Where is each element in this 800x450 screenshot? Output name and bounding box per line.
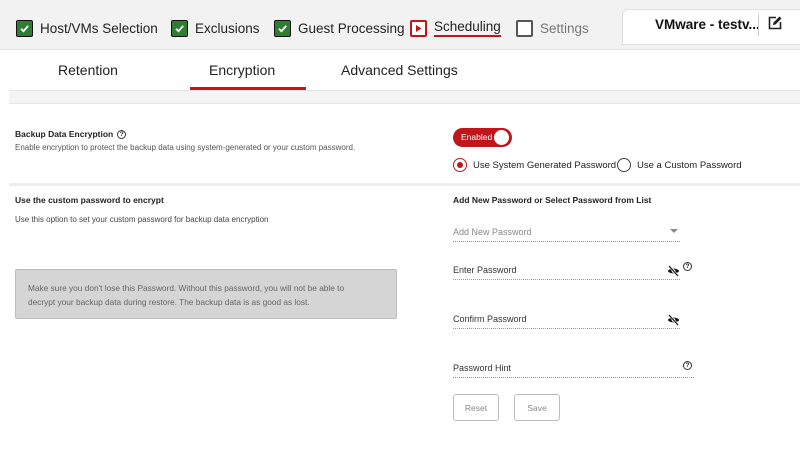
wizard-step-scheduling[interactable]: Scheduling <box>410 17 501 39</box>
wizard-step-label: Host/VMs Selection <box>40 20 158 36</box>
radio-system-generated-password[interactable]: Use System Generated Password <box>453 158 616 172</box>
encryption-toggle[interactable]: Enabled <box>453 128 512 147</box>
edit-icon[interactable] <box>767 15 783 31</box>
warning-text-line: Make sure you don't lose this Password. … <box>28 283 345 293</box>
confirm-password-label: Confirm Password <box>453 314 527 324</box>
radio-label: Use System Generated Password <box>473 159 617 171</box>
title-separator <box>758 14 759 36</box>
play-icon <box>410 19 427 37</box>
checkbox-checked-icon <box>16 19 33 37</box>
custom-password-description: Use this option to set your custom passw… <box>15 215 269 224</box>
job-title: VMware - testv... <box>655 17 760 32</box>
backup-encryption-title: Backup Data Encryption <box>15 129 114 139</box>
job-title-panel: VMware - testv... <box>622 9 800 45</box>
wizard-step-host-vms-selection[interactable]: Host/VMs Selection <box>16 17 158 39</box>
toggle-knob <box>494 130 509 145</box>
checkbox-empty-icon <box>516 19 533 37</box>
help-icon[interactable]: ? <box>117 129 127 139</box>
custom-password-heading: Use the custom password to encrypt <box>15 195 164 205</box>
radio-label: Use a Custom Password <box>637 159 742 171</box>
wizard-step-label: Settings <box>540 20 589 36</box>
settings-tabs: Retention Encryption Advanced Settings <box>9 52 800 90</box>
save-button[interactable]: Save <box>514 394 560 421</box>
wizard-step-label: Guest Processing <box>298 20 405 36</box>
password-hint-field[interactable]: Password Hint <box>453 360 694 378</box>
wizard-step-label: Exclusions <box>195 20 260 36</box>
enter-password-field[interactable]: Enter Password <box>453 262 680 280</box>
tab-retention[interactable]: Retention <box>58 62 118 78</box>
password-hint-label: Password Hint <box>453 363 512 373</box>
wizard-step-guest-processing[interactable]: Guest Processing <box>274 17 405 39</box>
dropdown-caret-icon <box>670 229 678 233</box>
radio-custom-password[interactable]: Use a Custom Password <box>617 158 742 172</box>
confirm-password-field[interactable]: Confirm Password <box>453 311 680 329</box>
radio-selected-icon <box>453 158 467 172</box>
wizard-step-exclusions[interactable]: Exclusions <box>171 17 260 39</box>
eye-slash-icon[interactable] <box>667 313 680 326</box>
backup-encryption-description: Enable encryption to protect the backup … <box>15 143 356 152</box>
wizard-step-bar: Host/VMs Selection Exclusions Guest Proc… <box>0 0 800 50</box>
password-warning-box: Make sure you don't lose this Password. … <box>15 269 397 319</box>
tab-advanced-settings[interactable]: Advanced Settings <box>341 62 458 78</box>
section-divider <box>9 183 800 186</box>
radio-unselected-icon <box>617 158 631 172</box>
reset-button[interactable]: Reset <box>453 394 499 421</box>
password-select-dropdown[interactable]: Add New Password <box>453 224 680 242</box>
checkbox-checked-icon <box>171 19 188 37</box>
warning-text-line: decrypt your backup data during restore.… <box>28 297 310 307</box>
checkbox-checked-icon <box>274 19 291 37</box>
section-spacer <box>9 90 800 104</box>
wizard-step-label: Scheduling <box>434 19 501 37</box>
wizard-step-settings[interactable]: Settings <box>516 17 589 39</box>
enter-password-label: Enter Password <box>453 265 517 275</box>
select-placeholder: Add New Password <box>453 227 532 237</box>
help-icon[interactable]: ? <box>683 262 692 271</box>
backup-encryption-heading: Backup Data Encryption ? <box>15 129 127 139</box>
tab-encryption[interactable]: Encryption <box>209 62 275 78</box>
toggle-label: Enabled <box>461 132 493 142</box>
eye-slash-icon[interactable] <box>667 264 680 277</box>
help-icon[interactable]: ? <box>683 361 692 370</box>
password-form-heading: Add New Password or Select Password from… <box>453 195 652 205</box>
